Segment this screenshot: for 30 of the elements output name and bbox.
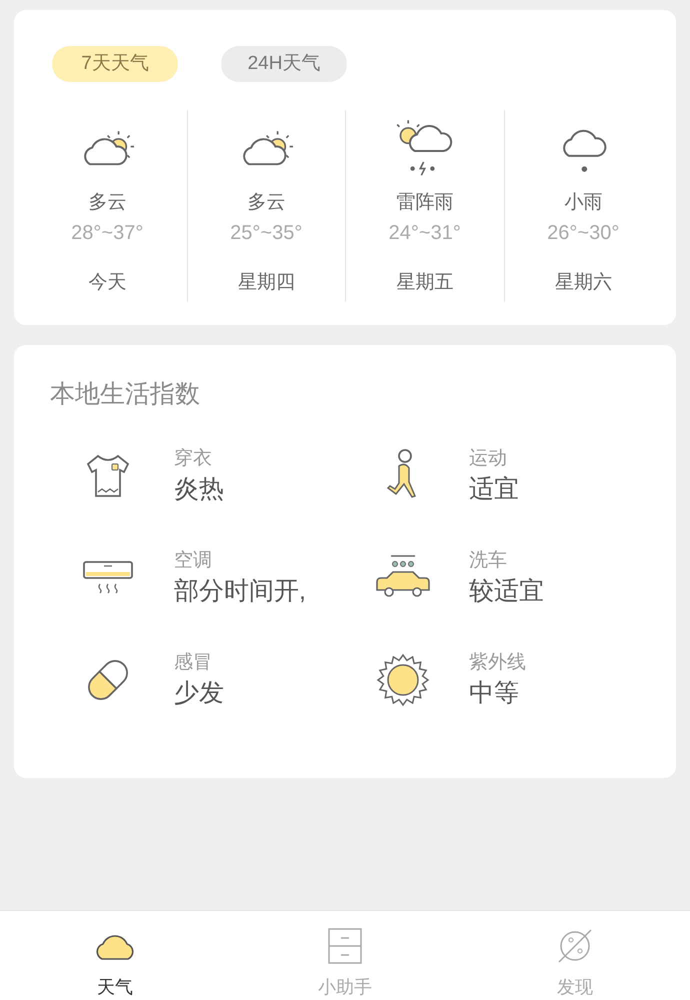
temperature-range: 28°~37° (71, 221, 144, 246)
section-title: 本地生活指数 (50, 379, 201, 410)
day-label: 星期六 (554, 271, 612, 295)
weather-condition: 多云 (88, 191, 126, 215)
index-value: 炎热 (174, 474, 224, 505)
index-value: 部分时间开, (174, 576, 306, 607)
day-label: 星期四 (238, 271, 295, 295)
index-label: 空调 (174, 549, 213, 573)
weather-condition: 小雨 (564, 191, 602, 215)
nav-tab[interactable]: 天气 (0, 911, 230, 1000)
index-label: 穿衣 (174, 447, 213, 471)
index-value: 适宜 (469, 474, 519, 505)
index-value: 中等 (469, 678, 520, 709)
forecast-tab[interactable]: 24H天气 (221, 46, 347, 82)
index-label: 洗车 (469, 549, 508, 573)
index-label: 紫外线 (469, 651, 526, 675)
forecast-tab[interactable]: 7天天气 (52, 46, 178, 82)
index-label: 感冒 (174, 651, 213, 675)
temperature-range: 26°~30° (547, 221, 620, 246)
nav-tab[interactable]: 小助手 (230, 911, 460, 1000)
weather-condition: 多云 (247, 191, 286, 215)
index-label: 运动 (469, 447, 508, 471)
temperature-range: 25°~35° (230, 221, 302, 246)
weather-condition: 雷阵雨 (396, 191, 454, 215)
temperature-range: 24°~31° (388, 221, 461, 246)
day-label: 今天 (88, 271, 126, 295)
nav-tab[interactable]: 发现 (460, 911, 690, 1000)
index-value: 较适宜 (469, 576, 544, 607)
index-value: 少发 (174, 678, 224, 709)
day-label: 星期五 (396, 271, 454, 295)
